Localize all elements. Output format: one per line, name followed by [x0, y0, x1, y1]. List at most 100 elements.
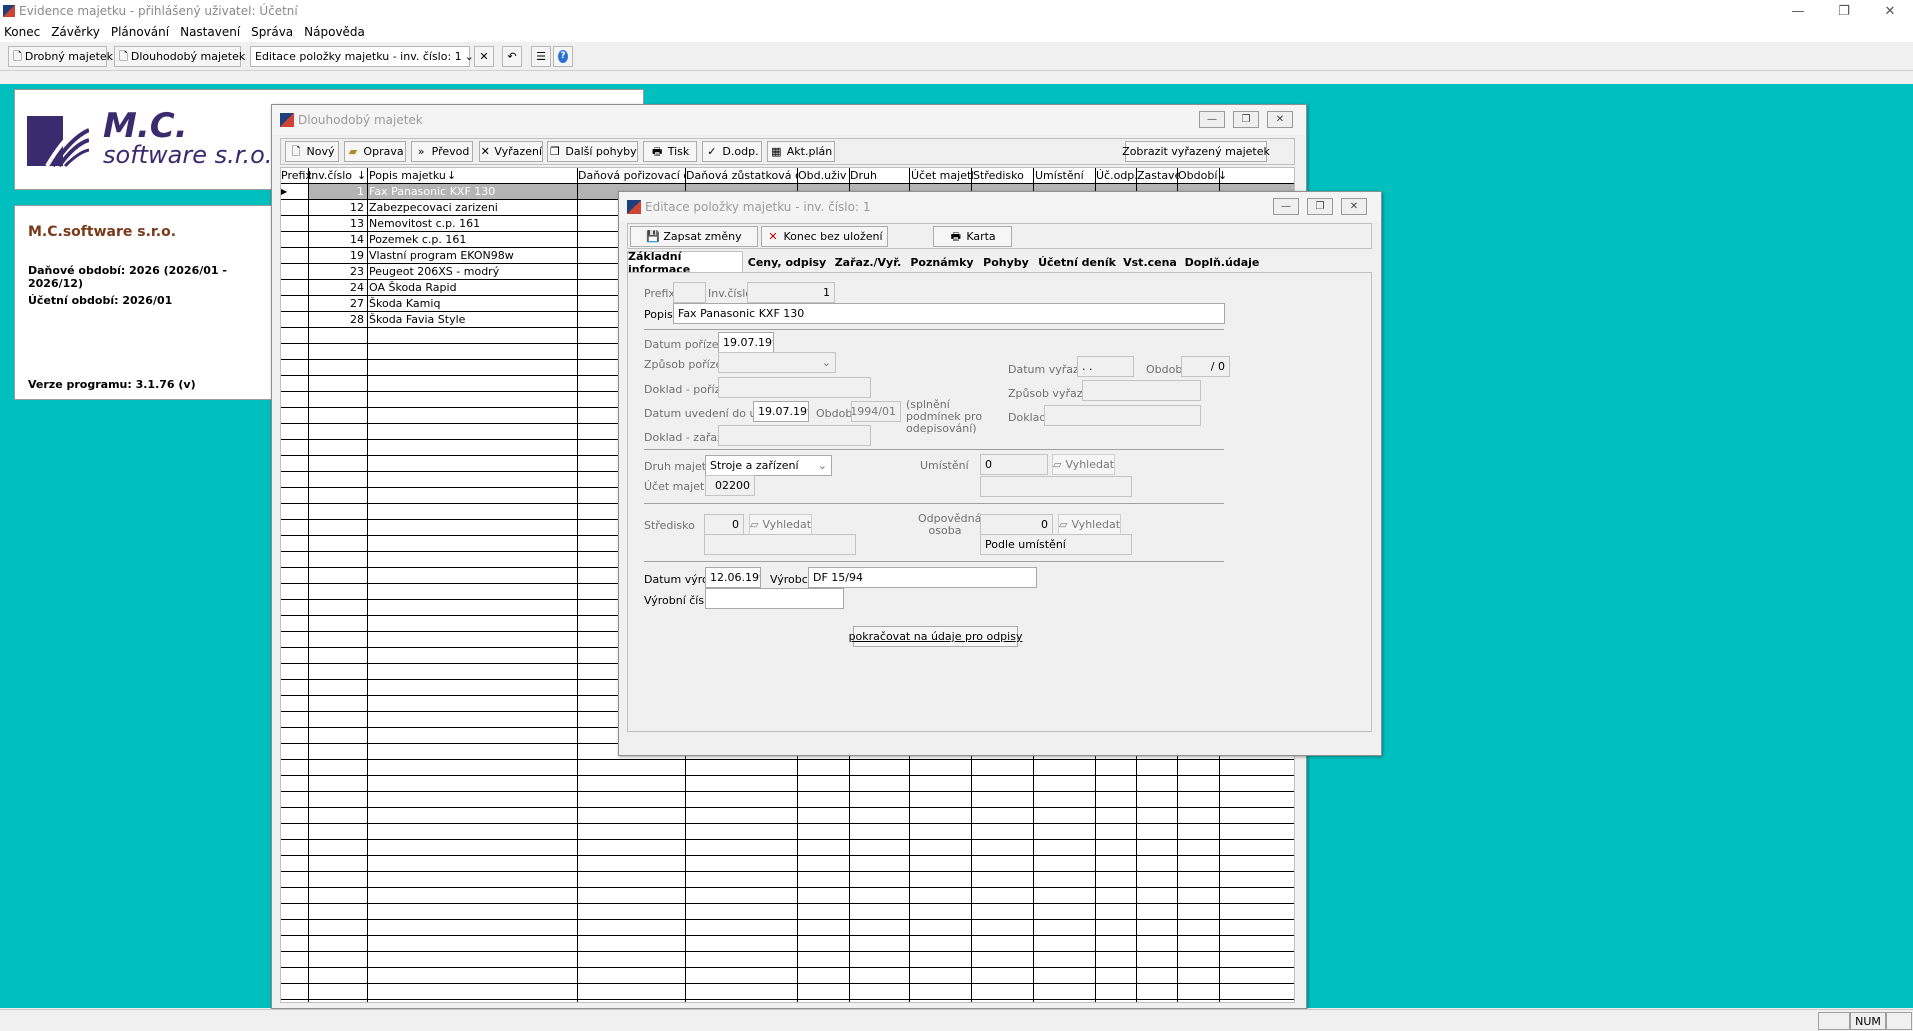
- menu-sprava[interactable]: Správa: [247, 25, 300, 39]
- stredisko-name-field[interactable]: [704, 534, 856, 555]
- datum-vyroby-field[interactable]: 12.06.1994: [705, 567, 761, 588]
- maximize-icon[interactable]: ❐: [1307, 198, 1333, 215]
- pokracovat-odpisy-button[interactable]: pokračovat na údaje pro odpisy: [849, 626, 1022, 647]
- vyrazeni-button[interactable]: ✕ Vyřazení: [479, 141, 543, 162]
- table-row[interactable]: [281, 760, 1294, 776]
- minimize-icon[interactable]: —: [1775, 0, 1821, 22]
- minimize-icon[interactable]: —: [1273, 198, 1299, 215]
- col-header-invcislo[interactable]: Inv.číslo: [308, 169, 352, 182]
- menu-konec[interactable]: Konec: [0, 25, 47, 39]
- stredisko-vyhledat-button[interactable]: ▱ Vyhledat: [749, 514, 812, 535]
- menu-nastaveni[interactable]: Nastavení: [176, 25, 247, 39]
- table-row[interactable]: [281, 968, 1294, 984]
- datum-vyrazeni-field[interactable]: . .: [1077, 356, 1134, 377]
- doklad-porizeni-field[interactable]: [718, 377, 871, 398]
- zapsat-zmeny-button[interactable]: 💾 Zapsat změny: [630, 226, 758, 247]
- prefix-field[interactable]: [673, 282, 706, 303]
- table-row[interactable]: [281, 808, 1294, 824]
- table-row[interactable]: [281, 984, 1294, 1000]
- table-row[interactable]: [281, 872, 1294, 888]
- undo-button[interactable]: ↶: [502, 46, 522, 67]
- col-header-ucodp[interactable]: Úč.odp.s: [1096, 169, 1138, 182]
- tab-ceny-odpisy[interactable]: Ceny, odpisy: [745, 251, 829, 273]
- col-header-stredisko[interactable]: Středisko: [973, 169, 1024, 182]
- invcislo-field[interactable]: 1: [747, 282, 835, 303]
- datum-uvedeni-field[interactable]: 19.07.1995: [753, 401, 809, 422]
- table-row[interactable]: [281, 824, 1294, 840]
- zpusob-porizeni-select[interactable]: ⌄: [718, 352, 836, 373]
- help-button[interactable]: ?: [553, 46, 573, 67]
- minimize-icon[interactable]: —: [1199, 111, 1225, 128]
- menu-planovani[interactable]: Plánování: [107, 25, 176, 39]
- doklad-vyrazeni-field[interactable]: [1044, 405, 1201, 426]
- popis-field[interactable]: Fax Panasonic KXF 130: [673, 303, 1225, 324]
- maximize-icon[interactable]: ❐: [1233, 111, 1259, 128]
- col-header-druh[interactable]: Druh: [850, 169, 877, 182]
- umisteni-vyhledat-button[interactable]: ▱ Vyhledat: [1052, 454, 1115, 475]
- druh-majetku-select[interactable]: Stroje a zařízení ⌄: [705, 455, 832, 476]
- col-header-danova-porizovaci[interactable]: Daňová pořizovací cen: [578, 169, 685, 182]
- tab-doplnujici-udaje[interactable]: Doplň.údaje: [1181, 251, 1263, 273]
- menu-napoveda[interactable]: Nápověda: [300, 25, 372, 39]
- datum-porizeni-field[interactable]: 19.07.1995: [718, 332, 774, 353]
- odpovedna-osoba-name-field[interactable]: Podle umístění: [980, 534, 1132, 555]
- col-header-ucet[interactable]: Účet majetku: [911, 169, 973, 182]
- odpovedna-osoba-field[interactable]: 0: [980, 514, 1053, 535]
- dlouhodoby-majetek-button[interactable]: 🗋 Dlouhodobý majetek: [114, 46, 245, 67]
- col-header-popis[interactable]: Popis majetku: [369, 169, 446, 182]
- status-pane: [1818, 1012, 1850, 1030]
- dalsi-pohyby-button[interactable]: ❐ Další pohyby: [547, 141, 638, 162]
- akt-plan-button[interactable]: ▦ Akt.plán: [767, 141, 835, 162]
- col-header-danova-zustatkova[interactable]: Daňová zůstatková cen: [686, 169, 798, 182]
- window-select[interactable]: Editace položky majetku - inv. číslo: 1 …: [250, 46, 474, 67]
- vyrobce-field[interactable]: DF 15/94: [808, 567, 1037, 588]
- obdobi-vyrazeni-field[interactable]: / 0: [1181, 356, 1230, 377]
- tab-zakladni-informace[interactable]: Základní informace: [627, 250, 743, 276]
- oprava-button[interactable]: ▰ Oprava: [344, 141, 406, 162]
- table-row[interactable]: [281, 920, 1294, 936]
- zobrazit-vyrazeny-button[interactable]: Zobrazit vyřazený majetek: [1122, 141, 1270, 162]
- ucet-majetku-field[interactable]: 02200: [705, 475, 755, 496]
- menu-zaverky[interactable]: Závěrky: [47, 25, 107, 39]
- table-row[interactable]: [281, 792, 1294, 808]
- obdobi-field[interactable]: 1994/01: [851, 401, 901, 422]
- tab-zaraz-vyr[interactable]: Zařaz./Vyř.: [831, 251, 905, 273]
- table-row[interactable]: [281, 840, 1294, 856]
- col-header-obd-uziv[interactable]: Obd.uživ: [798, 169, 848, 182]
- prevod-button[interactable]: » Převod: [411, 141, 473, 162]
- cell-popis: Zabezpecovaci zarizeni: [369, 201, 498, 214]
- restore-icon[interactable]: ❐: [1821, 0, 1867, 22]
- table-row[interactable]: [281, 856, 1294, 872]
- odpovedna-osoba-vyhledat-button[interactable]: ▱ Vyhledat: [1058, 514, 1121, 535]
- size-grip[interactable]: [1886, 1012, 1912, 1030]
- karta-button[interactable]: 🖶 Karta: [933, 226, 1012, 247]
- table-row[interactable]: [281, 888, 1294, 904]
- tab-ucetni-denik[interactable]: Účetní deník: [1035, 251, 1119, 273]
- table-row[interactable]: [281, 936, 1294, 952]
- close-icon[interactable]: ✕: [1267, 111, 1293, 128]
- doklad-zarazeni-field[interactable]: [718, 425, 871, 446]
- close-icon[interactable]: ✕: [1867, 0, 1913, 22]
- umisteni-field[interactable]: 0: [980, 454, 1048, 475]
- table-row[interactable]: [281, 776, 1294, 792]
- tab-pohyby[interactable]: Pohyby: [979, 251, 1033, 273]
- close-window-button[interactable]: ✕: [474, 46, 494, 67]
- konec-bez-ulozeni-button[interactable]: ✕ Konec bez uložení: [761, 226, 888, 247]
- umisteni-name-field[interactable]: [980, 476, 1132, 497]
- close-icon[interactable]: ✕: [1341, 198, 1367, 215]
- table-row[interactable]: [281, 904, 1294, 920]
- tab-poznamky[interactable]: Poznámky: [907, 251, 977, 273]
- novy-button[interactable]: 🗋 Nový: [285, 141, 339, 162]
- zpusob-vyrazeni-field[interactable]: [1082, 380, 1201, 401]
- col-header-umisteni[interactable]: Umístění: [1035, 169, 1084, 182]
- drobny-majetek-button[interactable]: 🗋 Drobný majetek: [8, 46, 113, 67]
- tab-vst-cena[interactable]: Vst.cena: [1121, 251, 1179, 273]
- list-button[interactable]: ☰: [531, 46, 551, 67]
- vyrobni-cislo-field[interactable]: [705, 588, 844, 609]
- col-header-zastaveno[interactable]: Zastaver: [1137, 169, 1179, 182]
- table-row[interactable]: [281, 952, 1294, 968]
- stredisko-field[interactable]: 0: [704, 514, 744, 535]
- tisk-button[interactable]: 🖶 Tisk: [643, 141, 697, 162]
- col-header-obdobi[interactable]: Období: [1178, 169, 1217, 182]
- dodp-button[interactable]: ✓ D.odp.: [702, 141, 762, 162]
